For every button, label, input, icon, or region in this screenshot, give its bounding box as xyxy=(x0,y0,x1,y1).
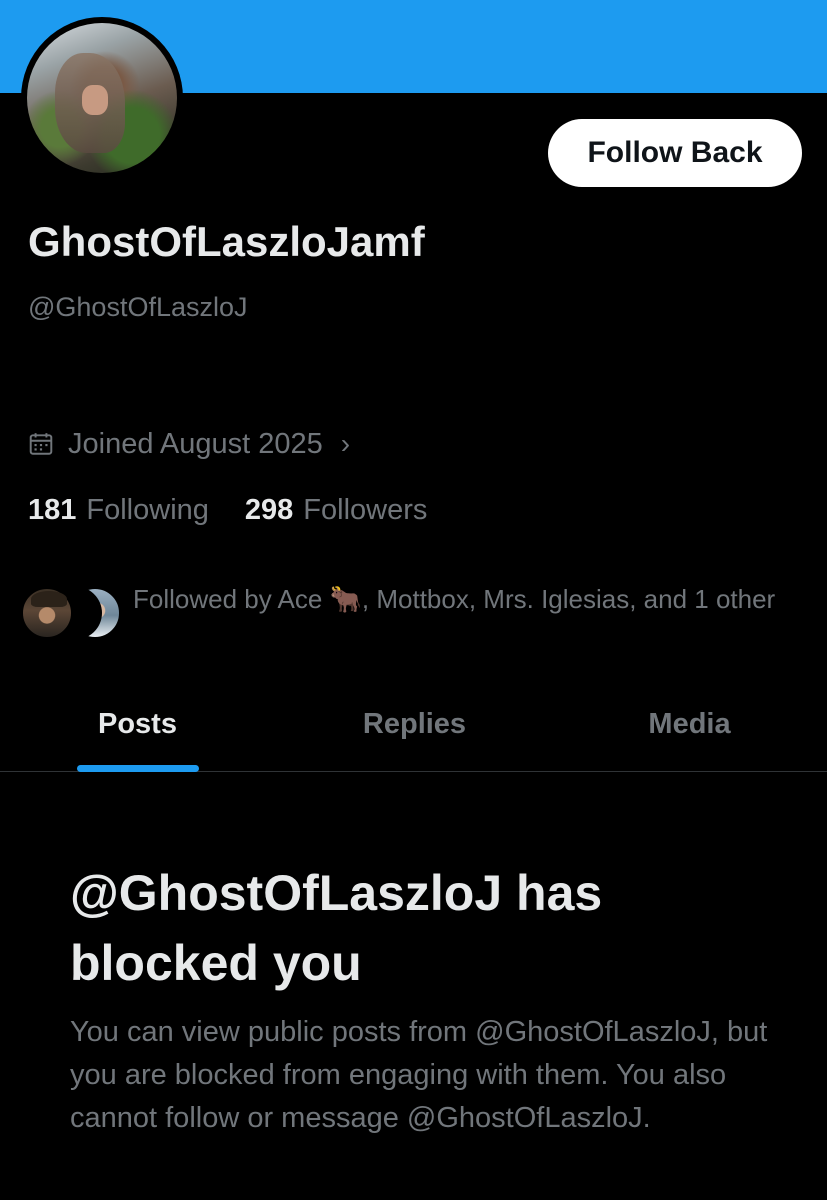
following-label: Following xyxy=(86,494,209,526)
followers-count: 298 xyxy=(244,494,294,526)
tab-replies-label: Replies xyxy=(362,708,467,740)
followers-label: Followers xyxy=(303,494,428,526)
follower-avatar xyxy=(20,586,74,640)
tab-media-label: Media xyxy=(648,708,731,740)
profile-avatar[interactable] xyxy=(21,17,183,179)
blocked-message: You can view public posts from @GhostOfL… xyxy=(70,1016,768,1134)
avatar-photo xyxy=(27,23,177,173)
tab-media[interactable]: Media xyxy=(552,692,827,771)
followed-by-avatars xyxy=(20,586,130,642)
tab-posts[interactable]: Posts xyxy=(0,692,277,772)
joined-date-row[interactable]: Joined August 2025 › xyxy=(28,426,350,462)
tab-posts-label: Posts xyxy=(98,708,177,740)
display-name: GhostOfLaszloJamf xyxy=(28,218,425,265)
following-link[interactable]: 181 Following xyxy=(28,494,209,527)
followed-by-row[interactable]: Followed by Ace 🐂, Mottbox, Mrs. Iglesia… xyxy=(20,580,810,660)
profile-tabs: Posts Replies Media xyxy=(0,692,827,772)
active-tab-indicator xyxy=(77,765,199,772)
profile-handle: @GhostOfLaszloJ xyxy=(28,292,248,322)
joined-label: Joined August 2025 xyxy=(68,427,323,460)
tab-replies[interactable]: Replies xyxy=(277,692,552,771)
follow-stats: 181 Following 298 Followers xyxy=(28,494,463,527)
blocked-title: @GhostOfLaszloJ has blocked you xyxy=(70,865,603,991)
profile-page: Follow Back GhostOfLaszloJamf @GhostOfLa… xyxy=(0,0,827,1200)
following-count: 181 xyxy=(28,494,77,526)
followers-link[interactable]: 298 Followers xyxy=(245,494,427,527)
calendar-icon xyxy=(29,433,53,455)
avatar-climber xyxy=(82,85,108,115)
follow-back-button[interactable]: Follow Back xyxy=(548,119,802,187)
chevron-right-icon: › xyxy=(340,428,351,459)
followed-by-text: Followed by Ace 🐂, Mottbox, Mrs. Iglesia… xyxy=(133,584,776,614)
